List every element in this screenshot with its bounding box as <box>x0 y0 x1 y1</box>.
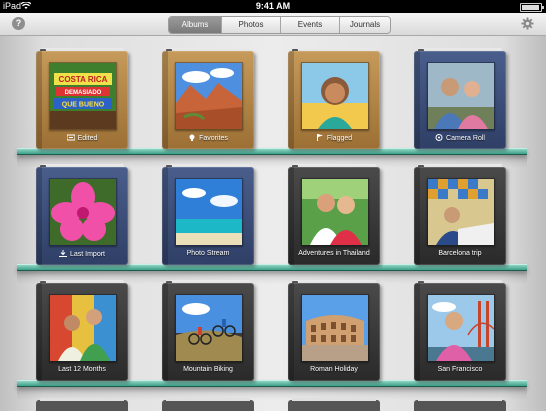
album-partial[interactable] <box>414 398 506 411</box>
album-title-text: San Francisco <box>437 366 483 373</box>
tab-events[interactable]: Events <box>281 17 340 33</box>
favorite-icon <box>189 134 195 141</box>
album-title-text: Photo Stream <box>186 250 230 257</box>
tab-albums[interactable]: Albums <box>169 17 222 33</box>
album-last-12-months[interactable]: Last 12 Months <box>36 280 128 381</box>
sign-text-1: COSTA RICA <box>59 75 108 84</box>
album-title: Favorites <box>162 134 254 142</box>
album-favorites[interactable]: Favorites <box>162 48 254 149</box>
view-segmented-control: Albums Photos Events Journals <box>168 16 391 34</box>
album-flagged[interactable]: Flagged <box>288 48 380 149</box>
album-thumbnail <box>301 62 369 130</box>
album-barcelona-trip[interactable]: Barcelona trip <box>414 164 506 265</box>
album-thumbnail <box>427 62 495 130</box>
tab-journals[interactable]: Journals <box>340 17 390 33</box>
album-thumbnail <box>49 294 117 362</box>
album-title: Flagged <box>288 134 380 142</box>
album-thumbnail: COSTA RICA DEMASIADO QUE BUENO <box>49 62 117 130</box>
album-title-text: Camera Roll <box>446 135 485 142</box>
album-thumbnail <box>427 294 495 362</box>
album-title-text: Barcelona trip <box>438 250 482 257</box>
album-thumbnail <box>175 178 243 246</box>
album-title-text: Flagged <box>326 135 353 142</box>
album-thumbnail <box>175 294 243 362</box>
battery-icon <box>520 3 544 12</box>
album-title: Last Import <box>36 250 128 258</box>
album-title: Barcelona trip <box>414 250 506 257</box>
import-icon <box>58 250 67 257</box>
album-edited[interactable]: COSTA RICA DEMASIADO QUE BUENO Edited <box>36 48 128 149</box>
album-title: Photo Stream <box>162 250 254 257</box>
status-bar: iPad 9:41 AM <box>0 0 546 13</box>
album-mountain-biking[interactable]: Mountain Biking <box>162 280 254 381</box>
album-title-text: Last 12 Months <box>58 366 106 373</box>
album-camera-roll[interactable]: Camera Roll <box>414 48 506 149</box>
album-title: San Francisco <box>414 366 506 373</box>
album-thumbnail <box>49 178 117 246</box>
album-title-text: Edited <box>77 135 98 142</box>
sign-text-3: QUE BUENO <box>62 102 105 109</box>
album-last-import[interactable]: Last Import <box>36 164 128 265</box>
tab-photos[interactable]: Photos <box>222 17 281 33</box>
sign-text-2: DEMASIADO <box>65 90 102 96</box>
album-san-francisco[interactable]: San Francisco <box>414 280 506 381</box>
toolbar: ? Albums Photos Events Journals <box>0 13 546 36</box>
clock: 9:41 AM <box>255 1 291 11</box>
album-title-text: Adventures in Thailand <box>298 250 370 257</box>
album-partial[interactable] <box>162 398 254 411</box>
album-thumbnail <box>301 294 369 362</box>
album-title-text: Mountain Biking <box>183 366 233 373</box>
album-photo-stream[interactable]: Photo Stream <box>162 164 254 265</box>
album-title-text: Favorites <box>199 135 228 142</box>
album-title: Adventures in Thailand <box>288 250 380 257</box>
flag-icon <box>316 134 323 141</box>
album-thumbnail <box>301 178 369 246</box>
album-title: Roman Holiday <box>288 366 380 373</box>
help-button[interactable]: ? <box>12 17 25 30</box>
album-title-text: Roman Holiday <box>310 366 358 373</box>
album-thumbnail <box>175 62 243 130</box>
album-title-text: Last Import <box>69 251 105 258</box>
edit-icon <box>66 134 75 141</box>
album-partial[interactable] <box>36 398 128 411</box>
album-partial[interactable] <box>288 398 380 411</box>
album-adventures-in-thailand[interactable]: Adventures in Thailand <box>288 164 380 265</box>
album-roman-holiday[interactable]: Roman Holiday <box>288 280 380 381</box>
album-title: Mountain Biking <box>162 366 254 373</box>
album-thumbnail <box>427 178 495 246</box>
album-title: Edited <box>36 134 128 142</box>
album-title: Camera Roll <box>414 134 506 142</box>
camera-roll-icon <box>435 134 443 141</box>
album-title: Last 12 Months <box>36 366 128 373</box>
settings-gear-icon[interactable] <box>521 17 534 30</box>
